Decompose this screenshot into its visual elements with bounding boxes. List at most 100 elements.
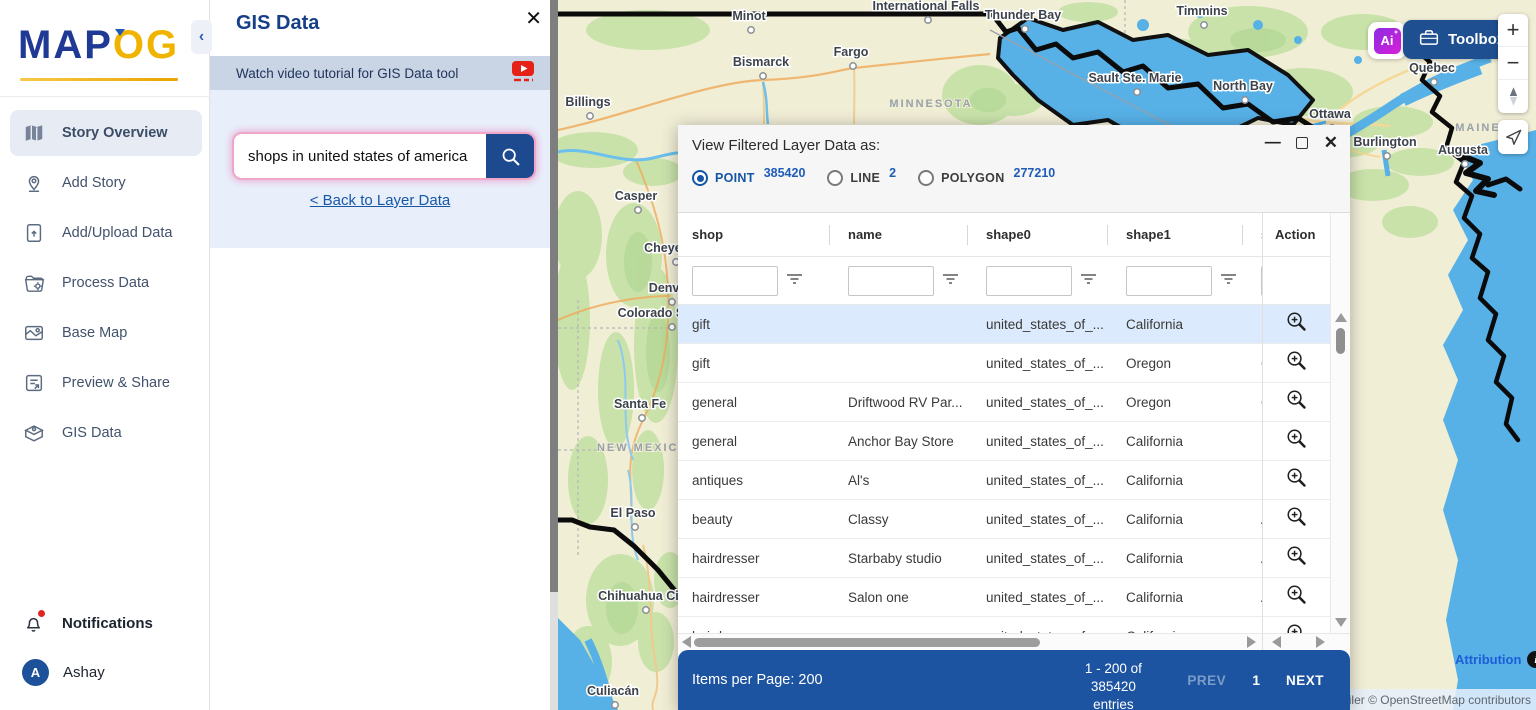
- current-page[interactable]: 1: [1252, 672, 1260, 688]
- filter-input-name[interactable]: [848, 265, 934, 296]
- cell-shape1: California: [1126, 550, 1184, 566]
- locate-button[interactable]: [1498, 120, 1528, 154]
- column-header-shape2[interactable]: shape2: [1247, 225, 1262, 245]
- close-icon[interactable]: ✕: [1324, 133, 1338, 153]
- panel-close-icon[interactable]: ✕: [521, 2, 546, 35]
- zoom-to-feature-button[interactable]: [1263, 500, 1330, 539]
- back-to-layer-data[interactable]: < Back to Layer Data: [210, 192, 550, 210]
- ai-tool-button[interactable]: Ai: [1368, 22, 1406, 59]
- search-button[interactable]: [486, 134, 534, 178]
- radio-label: LINE: [850, 171, 881, 185]
- maximize-icon[interactable]: [1295, 137, 1308, 149]
- radio-label: POLYGON: [941, 171, 1005, 185]
- table-row[interactable]: beauty Classy united_states_of_... Californ…: [678, 500, 1262, 539]
- filter-input-shop[interactable]: [692, 265, 778, 296]
- mapog-app: Minot International Falls Thunder Bay Bisma…: [0, 0, 1536, 710]
- sidebar-item-process-data[interactable]: Process Data: [10, 260, 202, 306]
- filter-icon[interactable]: [1080, 271, 1097, 291]
- notification-badge: [38, 610, 45, 617]
- minimize-icon[interactable]: —: [1265, 134, 1281, 152]
- table-row[interactable]: hairdresser Salon one united_states_of_...…: [678, 578, 1262, 617]
- search-input[interactable]: [234, 134, 486, 178]
- column-header-shape0[interactable]: shape0: [972, 224, 1112, 245]
- cell-name: Driftwood RV Par...: [848, 394, 963, 410]
- scroll-up-arrow[interactable]: [1334, 313, 1347, 322]
- radio-line[interactable]: LINE 2: [827, 166, 896, 186]
- radio-circle-icon[interactable]: [918, 170, 935, 186]
- radio-point[interactable]: POINT 385420: [692, 166, 805, 186]
- sidebar-item-gis-data[interactable]: GIS Data: [10, 410, 202, 456]
- zoom-to-feature-button[interactable]: [1263, 383, 1330, 422]
- sidebar-item-add-story[interactable]: Add Story: [10, 160, 202, 206]
- zoom-to-feature-button[interactable]: [1263, 422, 1330, 461]
- modal-title: View Filtered Layer Data as:: [692, 137, 881, 154]
- filter-icon[interactable]: [942, 271, 959, 291]
- sidebar-item-story-overview[interactable]: Story Overview: [10, 110, 202, 156]
- radio-circle-icon[interactable]: [692, 170, 708, 186]
- column-header-shape1[interactable]: shape1: [1112, 224, 1247, 245]
- table-row[interactable]: general Driftwood RV Par... united_states_…: [678, 383, 1262, 422]
- next-page-button[interactable]: NEXT: [1286, 673, 1324, 688]
- video-tutorial-banner[interactable]: Watch video tutorial for GIS Data tool: [210, 56, 550, 90]
- column-header-name[interactable]: name: [834, 224, 972, 245]
- zoom-to-feature-button[interactable]: [1263, 305, 1330, 344]
- zoom-in-icon: [1285, 583, 1308, 611]
- prev-page-button[interactable]: PREV: [1187, 673, 1226, 688]
- panel-scrollbar[interactable]: [550, 0, 558, 710]
- items-per-page[interactable]: Items per Page: 200: [692, 672, 823, 688]
- compass-button[interactable]: [1498, 80, 1528, 113]
- toolbox-icon: [1419, 29, 1439, 50]
- cell-shape1: Oregon: [1126, 355, 1172, 371]
- scroll-down-arrow[interactable]: [1334, 618, 1347, 627]
- cell-name: Classy: [848, 511, 889, 527]
- table-row[interactable]: hairdresser Starbaby studio united_states_…: [678, 539, 1262, 578]
- zoom-to-feature-button[interactable]: [1263, 461, 1330, 500]
- scroll-left-arrow[interactable]: [682, 636, 691, 648]
- zoom-out-button[interactable]: −: [1498, 47, 1528, 80]
- table-row[interactable]: gift united_states_of_... California H: [678, 305, 1262, 344]
- cell-name: Anchor Bay Store: [848, 433, 954, 449]
- radio-circle-icon[interactable]: [827, 170, 844, 186]
- map-city-dot: [759, 72, 767, 80]
- map-city-label: North Bay: [1213, 79, 1273, 93]
- table-row[interactable]: gift united_states_of_... Oregon C: [678, 344, 1262, 383]
- table-row[interactable]: hairdresserunited_states_of_...Californi…: [678, 617, 1262, 633]
- action-scroll-left-arrow[interactable]: [1272, 636, 1281, 648]
- pagination-bar: Items per Page: 200 1 - 200 of 385420 en…: [678, 650, 1350, 710]
- vertical-scrollbar[interactable]: [1330, 213, 1350, 633]
- attribution-label[interactable]: Attribution: [1455, 652, 1521, 667]
- sidebar-item-label: Add/Upload Data: [62, 225, 173, 241]
- column-header-shop[interactable]: shop: [678, 224, 834, 245]
- action-scroll-right-arrow[interactable]: [1316, 636, 1325, 648]
- search-box: [232, 132, 536, 180]
- notifications-item[interactable]: Notifications: [22, 610, 202, 635]
- zoom-to-feature-button[interactable]: [1263, 344, 1330, 383]
- user-name: Ashay: [63, 664, 105, 681]
- sidebar-item-preview-share[interactable]: Preview & Share: [10, 360, 202, 406]
- cell-shape2: M: [1247, 434, 1262, 449]
- filter-input-shape0[interactable]: [986, 265, 1072, 296]
- table-row[interactable]: antiques Al's united_states_of_... Californ…: [678, 461, 1262, 500]
- zoom-to-feature-button[interactable]: [1263, 539, 1330, 578]
- sidebar-item-add-upload-data[interactable]: Add/Upload Data: [10, 210, 202, 256]
- info-icon[interactable]: i: [1527, 651, 1536, 668]
- cell-name: Al's: [848, 472, 870, 488]
- filter-input-shape1[interactable]: [1126, 265, 1212, 296]
- filter-cell-shape1: [1112, 265, 1247, 296]
- zoom-to-feature-button[interactable]: [1263, 617, 1330, 633]
- panel-collapse-button[interactable]: ‹: [191, 20, 212, 54]
- user-profile[interactable]: A Ashay: [22, 659, 202, 686]
- vertical-scroll-thumb[interactable]: [1336, 328, 1345, 354]
- zoom-to-feature-button[interactable]: [1263, 578, 1330, 617]
- horizontal-scrollbar[interactable]: [678, 633, 1350, 650]
- radio-polygon[interactable]: POLYGON 277210: [918, 166, 1055, 186]
- sidebar-item-base-map[interactable]: Base Map: [10, 310, 202, 356]
- horizontal-scroll-thumb[interactable]: [694, 638, 1040, 647]
- map-city-dot: [1241, 96, 1249, 104]
- table-row[interactable]: general Anchor Bay Store united_states_of_…: [678, 422, 1262, 461]
- attribution[interactable]: Attribution i: [1455, 651, 1536, 668]
- filter-icon[interactable]: [786, 271, 803, 291]
- filter-icon[interactable]: [1220, 271, 1237, 291]
- scroll-right-arrow[interactable]: [1247, 636, 1256, 648]
- zoom-in-button[interactable]: +: [1498, 14, 1528, 47]
